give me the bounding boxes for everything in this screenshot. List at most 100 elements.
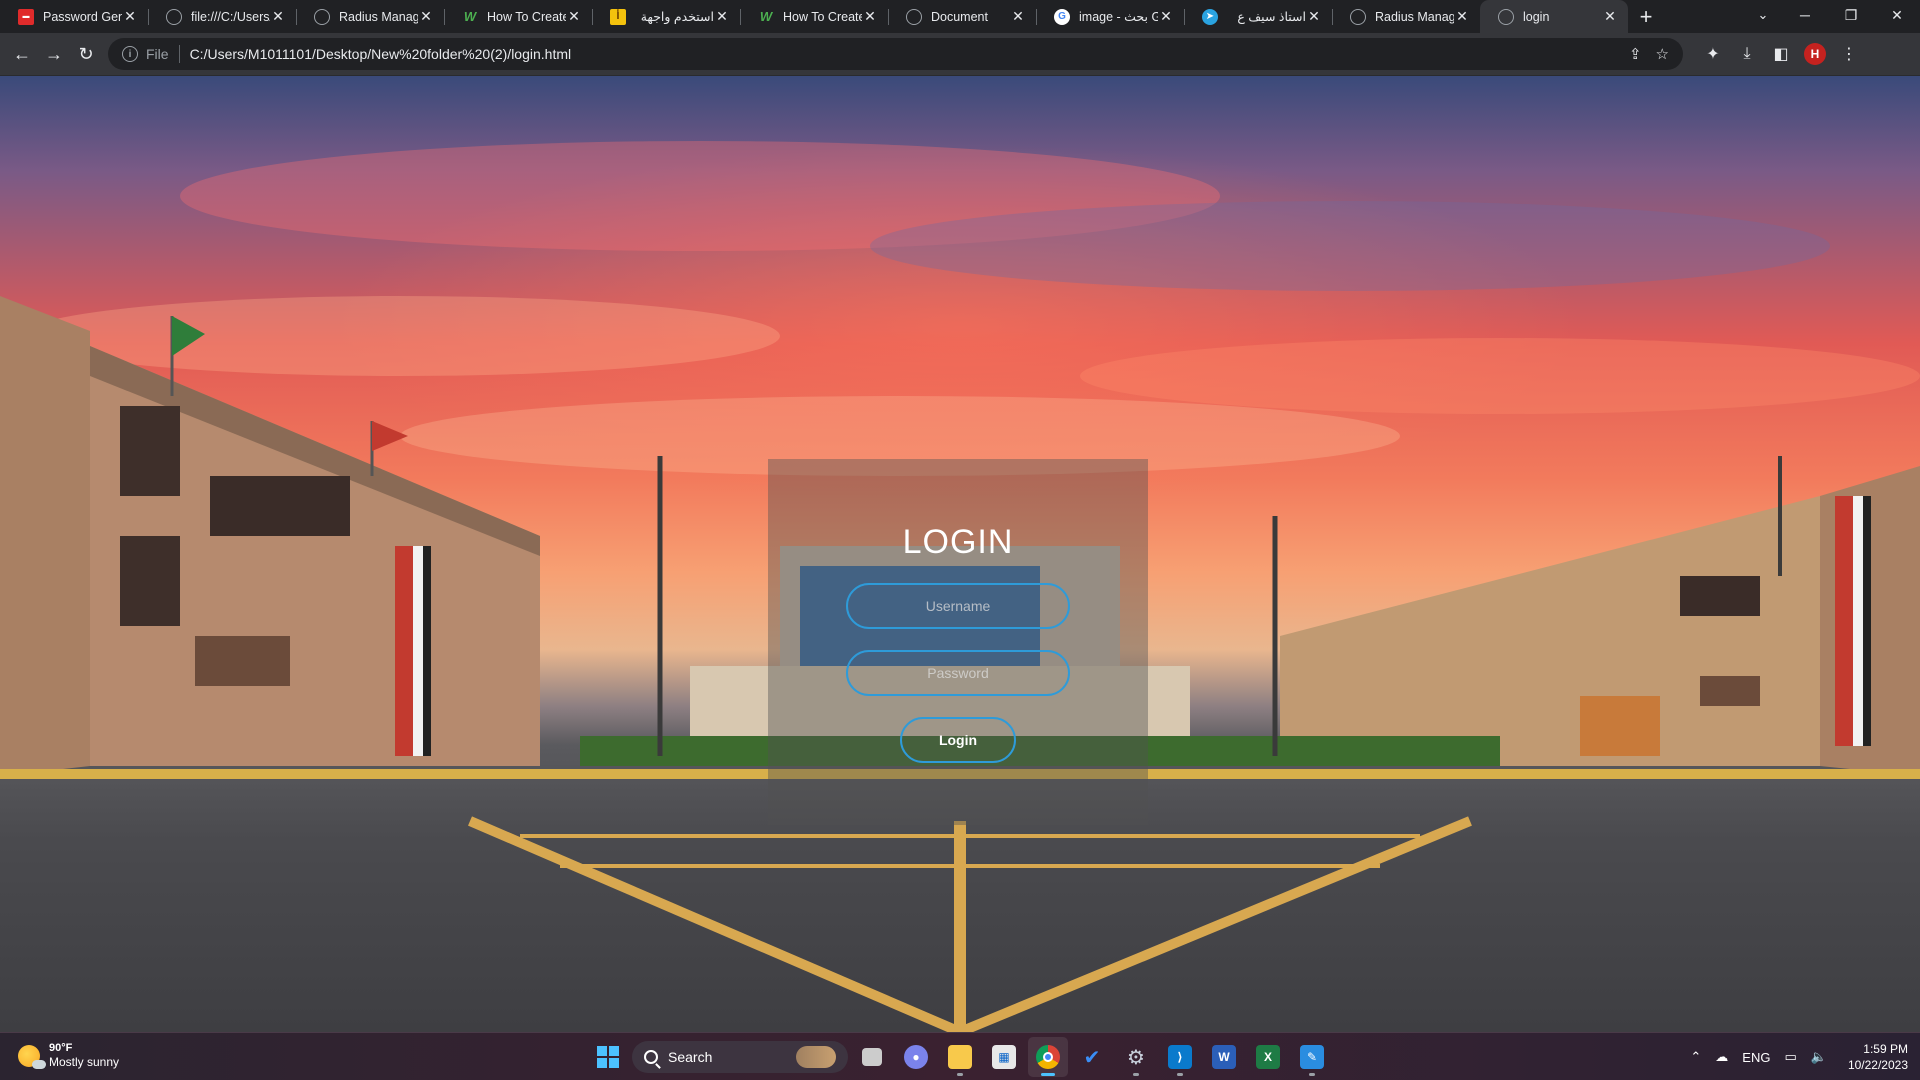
- back-icon[interactable]: ←: [6, 38, 38, 70]
- close-icon[interactable]: ✕: [714, 8, 730, 25]
- tab-arabic-interface[interactable]: أ استخدم واجهة ✕: [592, 0, 740, 33]
- word-button[interactable]: W: [1204, 1037, 1244, 1077]
- bookmark-star-icon[interactable]: ☆: [1656, 45, 1669, 63]
- avatar: H: [1804, 43, 1826, 65]
- chevron-up-icon[interactable]: ⌃: [1690, 1049, 1701, 1065]
- todo-button[interactable]: ✔: [1072, 1037, 1112, 1077]
- reload-icon[interactable]: ↻: [70, 38, 102, 70]
- tab-document[interactable]: Document ✕: [888, 0, 1036, 33]
- close-icon[interactable]: ✕: [1158, 8, 1174, 25]
- yellow-site-icon: أ: [610, 8, 626, 25]
- close-icon[interactable]: ✕: [566, 8, 582, 25]
- extensions-icon[interactable]: ✦: [1697, 38, 1729, 70]
- scheme-label: File: [146, 46, 169, 62]
- chrome-button[interactable]: [1028, 1037, 1068, 1077]
- telegram-icon: ➤: [1202, 8, 1218, 25]
- close-icon[interactable]: ✕: [862, 8, 878, 25]
- settings-button[interactable]: ⚙: [1116, 1037, 1156, 1077]
- running-indicator: [1133, 1073, 1139, 1076]
- weather-widget[interactable]: 90°F Mostly sunny: [18, 1041, 119, 1070]
- search-label: Search: [668, 1049, 713, 1065]
- minimize-icon[interactable]: ─: [1782, 0, 1828, 30]
- w3schools-icon: W: [759, 9, 773, 24]
- file-explorer-button[interactable]: [940, 1037, 980, 1077]
- teams-chat-icon: ●: [904, 1045, 928, 1069]
- tab-file-users[interactable]: file:///C:/Users/ ✕: [148, 0, 296, 33]
- teams-chat-button[interactable]: ●: [896, 1037, 936, 1077]
- password-input[interactable]: [846, 650, 1070, 696]
- tab-password-generator[interactable]: ▬ Password Gene ✕: [0, 0, 148, 33]
- tab-strip: ▬ Password Gene ✕ file:///C:/Users/ ✕ Ra…: [0, 0, 1920, 33]
- tab-login[interactable]: login ✕: [1480, 0, 1628, 33]
- running-indicator: [957, 1073, 963, 1076]
- tab-title: file:///C:/Users/: [191, 9, 270, 24]
- restore-icon[interactable]: ❐: [1828, 0, 1874, 30]
- tab-title: How To Create: [783, 9, 862, 24]
- login-page: LOGIN Login: [0, 76, 1920, 1032]
- menu-icon[interactable]: ⋮: [1833, 38, 1865, 70]
- close-icon[interactable]: ✕: [1010, 8, 1026, 25]
- folder-icon: [948, 1045, 972, 1069]
- tab-title: استاذ سيف ع: [1237, 10, 1306, 24]
- username-input[interactable]: [846, 583, 1070, 629]
- clock-date: 10/22/2023: [1847, 1058, 1908, 1072]
- windows-taskbar: 90°F Mostly sunny Search ● ▦ ✔ ⚙ ⟩ W X ✎…: [0, 1032, 1920, 1080]
- close-icon[interactable]: ✕: [122, 8, 138, 25]
- forward-icon[interactable]: →: [38, 38, 70, 70]
- vscode-button[interactable]: ⟩: [1160, 1037, 1200, 1077]
- paint-button[interactable]: ✎: [1292, 1037, 1332, 1077]
- clock[interactable]: 1:59 PM 10/22/2023: [1848, 1041, 1908, 1073]
- profile-button[interactable]: H: [1799, 38, 1831, 70]
- cloud-icon[interactable]: ☁: [1715, 1049, 1728, 1065]
- clock-time: 1:59 PM: [1863, 1042, 1908, 1056]
- taskbar-search[interactable]: Search: [632, 1041, 848, 1073]
- url-text[interactable]: C:/Users/M1011101/Desktop/New%20folder%2…: [190, 46, 1615, 62]
- search-icon: [644, 1050, 658, 1064]
- excel-icon: X: [1256, 1045, 1280, 1069]
- tab-title: Radius Manage: [339, 9, 418, 24]
- tab-telegram[interactable]: ➤ استاذ سيف ع ✕: [1184, 0, 1332, 33]
- close-icon[interactable]: ✕: [1454, 8, 1470, 25]
- running-indicator: [1309, 1073, 1315, 1076]
- system-tray: ⌃ ☁ ENG ▭ 🔈 1:59 PM 10/22/2023: [1683, 1033, 1908, 1080]
- tab-google-image-search[interactable]: G image - بحث G ✕: [1036, 0, 1184, 33]
- login-title: LOGIN: [902, 523, 1014, 561]
- close-icon[interactable]: ✕: [1602, 8, 1618, 25]
- start-button[interactable]: [588, 1037, 628, 1077]
- network-icon[interactable]: ▭: [1784, 1049, 1796, 1065]
- share-icon[interactable]: ⇪: [1629, 45, 1642, 63]
- volume-icon[interactable]: 🔈: [1811, 1049, 1827, 1065]
- google-icon: G: [1054, 8, 1070, 25]
- weather-temp: 90°F: [49, 1042, 73, 1054]
- download-icon[interactable]: ⤓: [1731, 38, 1763, 70]
- vscode-icon: ⟩: [1168, 1045, 1192, 1069]
- checkmark-icon: ✔: [1083, 1046, 1101, 1069]
- microsoft-store-button[interactable]: ▦: [984, 1037, 1024, 1077]
- close-icon[interactable]: ✕: [418, 8, 434, 25]
- tab-radius-manager[interactable]: Radius Manage ✕: [296, 0, 444, 33]
- excel-button[interactable]: X: [1248, 1037, 1288, 1077]
- gear-icon: ⚙: [1127, 1046, 1145, 1069]
- active-indicator: [1041, 1073, 1055, 1076]
- tab-how-to-create[interactable]: W How To Create ✕: [444, 0, 592, 33]
- window-controls: ─ ❐ ✕: [1782, 0, 1920, 30]
- language-indicator[interactable]: ENG: [1742, 1050, 1770, 1065]
- close-icon[interactable]: ✕: [1306, 8, 1322, 25]
- side-panel-icon[interactable]: ◧: [1765, 38, 1797, 70]
- tab-how-to-create-2[interactable]: W How To Create ✕: [740, 0, 888, 33]
- running-indicator: [1177, 1073, 1183, 1076]
- tab-radius-manager-2[interactable]: Radius Manage ✕: [1332, 0, 1480, 33]
- globe-icon: [906, 8, 922, 25]
- close-icon[interactable]: ✕: [270, 8, 286, 25]
- task-view-button[interactable]: [852, 1037, 892, 1077]
- globe-icon: [166, 8, 182, 25]
- new-tab-button[interactable]: +: [1628, 0, 1664, 33]
- tab-title: Document: [931, 9, 988, 24]
- globe-icon: [314, 8, 330, 25]
- red-square-icon: ▬: [18, 8, 34, 25]
- tab-search-icon[interactable]: ⌄: [1748, 3, 1778, 27]
- login-button[interactable]: Login: [900, 717, 1016, 763]
- close-window-icon[interactable]: ✕: [1874, 0, 1920, 30]
- info-icon[interactable]: i: [122, 46, 138, 62]
- address-bar[interactable]: i File C:/Users/M1011101/Desktop/New%20f…: [108, 38, 1683, 70]
